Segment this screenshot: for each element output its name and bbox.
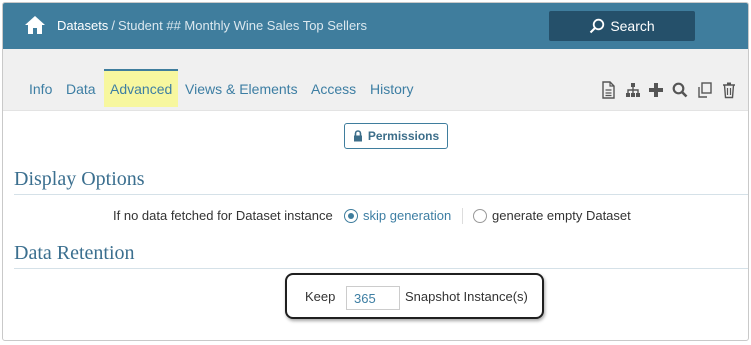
search-label: Search	[610, 18, 655, 34]
tab-access[interactable]: Access	[311, 81, 356, 97]
tab-history[interactable]: History	[370, 81, 414, 97]
permissions-button[interactable]: Permissions	[344, 123, 448, 149]
breadcrumb: Datasets / Student ## Monthly Wine Sales T…	[57, 18, 367, 33]
lock-icon	[353, 130, 362, 142]
search-icon[interactable]	[672, 81, 688, 99]
keep-count-input[interactable]	[346, 286, 400, 310]
tab-views-elements[interactable]: Views & Elements	[185, 81, 298, 97]
radio-divider	[462, 208, 463, 224]
breadcrumb-datasets-link[interactable]: Datasets	[57, 18, 108, 33]
radio-generate-empty[interactable]: generate empty Dataset	[473, 208, 631, 223]
copy-icon[interactable]	[697, 81, 713, 99]
display-options-divider	[14, 194, 748, 195]
permissions-label: Permissions	[367, 129, 440, 143]
search-button[interactable]: Search	[549, 11, 695, 41]
display-options-heading: Display Options	[14, 168, 145, 190]
data-retention-heading: Data Retention	[14, 242, 135, 264]
search-icon	[590, 18, 605, 34]
home-icon[interactable]	[24, 15, 46, 35]
plus-icon[interactable]	[648, 81, 664, 99]
breadcrumb-current: Student ## Monthly Wine Sales Top Seller…	[117, 18, 368, 33]
radio-unchecked-icon	[473, 208, 487, 223]
radio-checked-icon	[344, 208, 358, 223]
radio-generate-empty-label: generate empty Dataset	[492, 208, 631, 223]
radio-skip-generation-label: skip generation	[363, 208, 452, 223]
trash-icon[interactable]	[721, 81, 737, 99]
tab-advanced-label: Advanced	[110, 81, 173, 97]
keep-label: Keep	[305, 289, 336, 304]
app-window: Datasets / Student ## Monthly Wine Sales T…	[2, 2, 749, 341]
no-data-label: If no data fetched for Dataset instance	[113, 208, 333, 223]
tab-data[interactable]: Data	[66, 81, 96, 97]
document-icon[interactable]	[600, 81, 616, 99]
keep-snapshot-highlight: Keep Snapshot Instance(s)	[285, 273, 544, 319]
top-header: Datasets / Student ## Monthly Wine Sales T…	[3, 3, 748, 49]
data-retention-divider	[14, 268, 748, 269]
tab-bar: Info Data Advanced Views & Elements Acce…	[3, 49, 748, 111]
hierarchy-icon[interactable]	[625, 81, 641, 99]
snapshot-instances-label: Snapshot Instance(s)	[405, 289, 528, 304]
breadcrumb-separator: /	[111, 18, 115, 33]
radio-skip-generation[interactable]: skip generation	[344, 208, 451, 223]
tab-advanced[interactable]: Advanced	[104, 69, 178, 107]
tab-info[interactable]: Info	[29, 81, 52, 97]
